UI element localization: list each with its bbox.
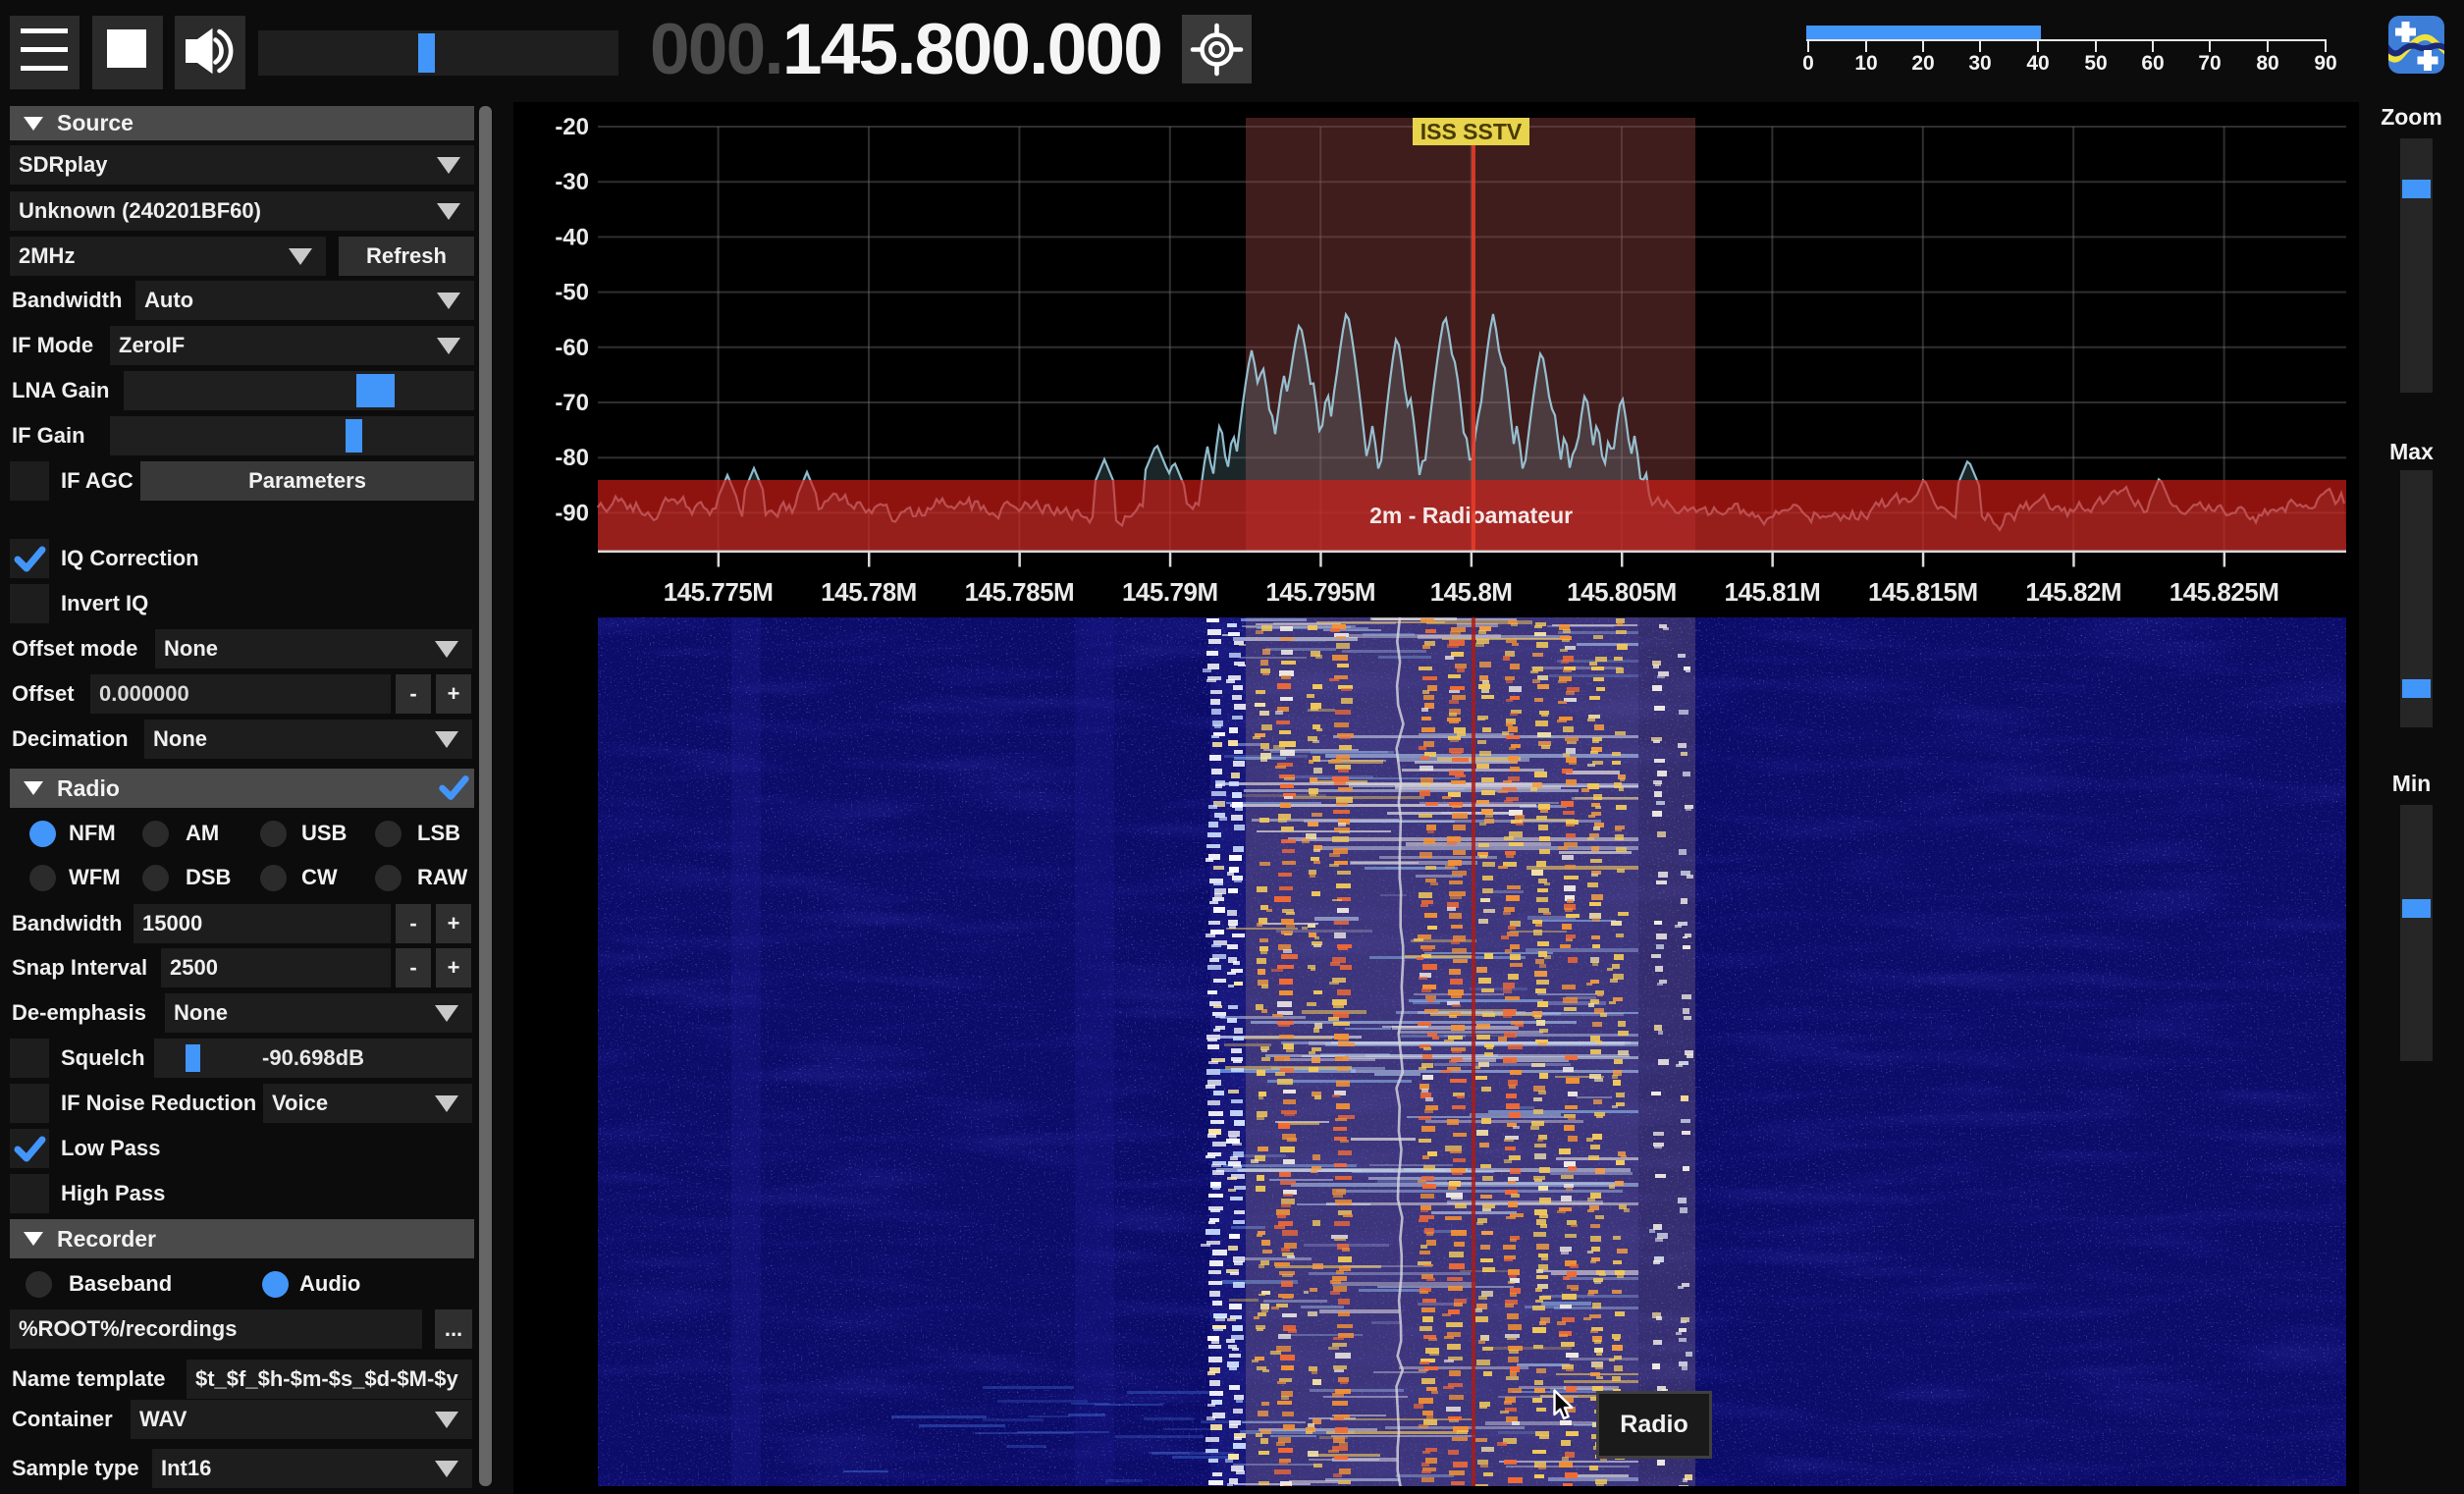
svg-text:145.8M: 145.8M [1430, 577, 1513, 607]
svg-text:145.81M: 145.81M [1725, 577, 1821, 607]
svg-text:145.785M: 145.785M [965, 577, 1075, 607]
svg-text:-90: -90 [555, 500, 589, 526]
svg-text:-30: -30 [555, 169, 589, 195]
svg-text:145.78M: 145.78M [821, 577, 917, 607]
svg-text:145.79M: 145.79M [1122, 577, 1218, 607]
svg-text:-40: -40 [555, 224, 589, 250]
svg-text:-50: -50 [555, 280, 589, 306]
svg-text:-20: -20 [555, 114, 589, 140]
svg-text:-70: -70 [555, 390, 589, 416]
svg-text:2m - Radioamateur: 2m - Radioamateur [1369, 503, 1573, 528]
svg-text:145.82M: 145.82M [2025, 577, 2121, 607]
svg-text:145.815M: 145.815M [1868, 577, 1978, 607]
svg-text:145.805M: 145.805M [1567, 577, 1677, 607]
svg-text:145.775M: 145.775M [664, 577, 774, 607]
svg-text:145.825M: 145.825M [2169, 577, 2279, 607]
svg-text:145.795M: 145.795M [1265, 577, 1375, 607]
svg-text:-60: -60 [555, 335, 589, 361]
svg-text:ISS SSTV: ISS SSTV [1420, 119, 1523, 144]
svg-text:-80: -80 [555, 445, 589, 471]
